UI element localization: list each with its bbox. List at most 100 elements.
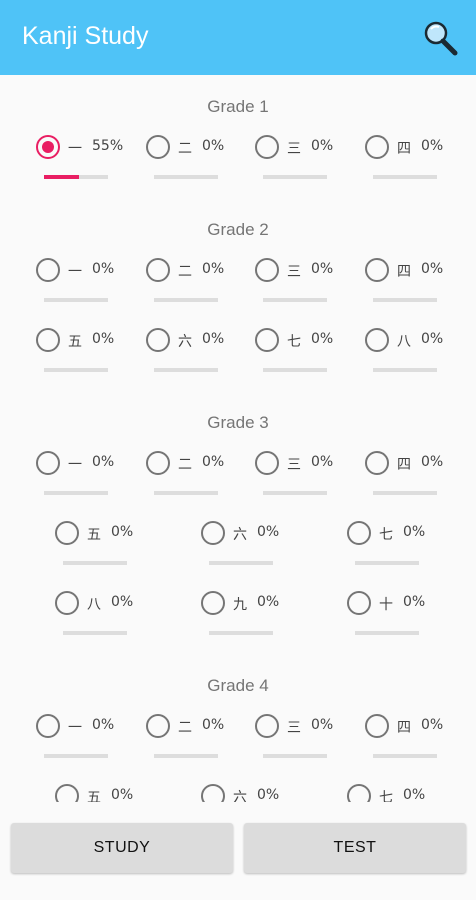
radio-button[interactable] xyxy=(146,451,170,475)
kanji-option[interactable]: 七 0% xyxy=(347,521,443,581)
kanji-label: 四 xyxy=(397,264,411,280)
kanji-option[interactable]: 二 0% xyxy=(146,714,242,774)
kanji-option[interactable]: 十 0% xyxy=(347,591,443,651)
kanji-option[interactable]: 二 0% xyxy=(146,451,242,511)
kanji-option[interactable]: 六 0% xyxy=(201,784,297,802)
progress-percent: 55% xyxy=(92,138,124,154)
progress-percent: 0% xyxy=(202,331,225,347)
kanji-label: 三 xyxy=(287,457,301,473)
progress-bar xyxy=(209,631,273,635)
kanji-option[interactable]: 九 0% xyxy=(201,591,297,651)
progress-bar xyxy=(154,368,218,372)
radio-button[interactable] xyxy=(146,258,170,282)
kanji-option[interactable]: 七 0% xyxy=(255,328,351,388)
grade-list[interactable]: Grade 1 一 55% 二 0% 三 0% 四 0% Grade 2 一 0… xyxy=(0,75,476,802)
kanji-label: 四 xyxy=(397,720,411,736)
kanji-label: 五 xyxy=(87,527,101,543)
progress-percent: 0% xyxy=(111,787,134,802)
progress-percent: 0% xyxy=(92,331,115,347)
kanji-option[interactable]: 三 0% xyxy=(255,258,351,318)
radio-button[interactable] xyxy=(365,451,389,475)
kanji-option[interactable]: 四 0% xyxy=(365,135,461,195)
radio-button[interactable] xyxy=(36,258,60,282)
grade-title: Grade 4 xyxy=(207,676,269,695)
radio-button[interactable] xyxy=(55,591,79,615)
radio-button[interactable] xyxy=(201,591,225,615)
radio-button[interactable] xyxy=(36,714,60,738)
kanji-option[interactable]: 五 0% xyxy=(55,521,151,581)
kanji-option[interactable]: 八 0% xyxy=(55,591,151,651)
radio-button[interactable] xyxy=(255,258,279,282)
progress-percent: 0% xyxy=(202,138,225,154)
radio-button[interactable] xyxy=(365,714,389,738)
kanji-option[interactable]: 一 0% xyxy=(36,258,132,318)
kanji-label: 六 xyxy=(233,790,247,802)
radio-button[interactable] xyxy=(347,784,371,802)
radio-button[interactable] xyxy=(146,135,170,159)
kanji-label: 四 xyxy=(397,141,411,157)
kanji-label: 六 xyxy=(178,334,192,350)
progress-bar xyxy=(263,175,327,179)
radio-button[interactable] xyxy=(255,328,279,352)
kanji-option[interactable]: 一 0% xyxy=(36,451,132,511)
kanji-option[interactable]: 八 0% xyxy=(365,328,461,388)
progress-percent: 0% xyxy=(257,594,280,610)
progress-percent: 0% xyxy=(403,594,426,610)
kanji-option[interactable]: 五 0% xyxy=(36,328,132,388)
radio-button[interactable] xyxy=(36,451,60,475)
progress-bar xyxy=(44,754,108,758)
kanji-option[interactable]: 四 0% xyxy=(365,451,461,511)
progress-percent: 0% xyxy=(111,524,134,540)
kanji-option[interactable]: 六 0% xyxy=(201,521,297,581)
kanji-option[interactable]: 四 0% xyxy=(365,714,461,774)
kanji-label: 九 xyxy=(233,597,247,613)
kanji-label: 五 xyxy=(87,790,101,802)
radio-button[interactable] xyxy=(36,135,60,159)
radio-button[interactable] xyxy=(365,328,389,352)
search-icon[interactable] xyxy=(420,18,460,58)
kanji-option[interactable]: 七 0% xyxy=(347,784,443,802)
progress-percent: 0% xyxy=(257,524,280,540)
study-button[interactable]: STUDY xyxy=(11,823,233,873)
kanji-option[interactable]: 三 0% xyxy=(255,451,351,511)
kanji-label: 七 xyxy=(287,334,301,350)
kanji-option[interactable]: 六 0% xyxy=(146,328,242,388)
kanji-label: 七 xyxy=(379,790,393,802)
kanji-option[interactable]: 二 0% xyxy=(146,258,242,318)
radio-button[interactable] xyxy=(36,328,60,352)
progress-bar xyxy=(373,368,437,372)
kanji-option[interactable]: 二 0% xyxy=(146,135,242,195)
progress-percent: 0% xyxy=(311,717,334,733)
radio-button[interactable] xyxy=(201,521,225,545)
radio-button[interactable] xyxy=(347,521,371,545)
radio-button[interactable] xyxy=(201,784,225,802)
kanji-label: 三 xyxy=(287,141,301,157)
kanji-option[interactable]: 一 0% xyxy=(36,714,132,774)
progress-bar xyxy=(373,754,437,758)
radio-button[interactable] xyxy=(365,135,389,159)
grade-title: Grade 2 xyxy=(207,220,269,239)
radio-button[interactable] xyxy=(55,784,79,802)
progress-bar xyxy=(355,631,419,635)
radio-button[interactable] xyxy=(146,714,170,738)
radio-button[interactable] xyxy=(55,521,79,545)
kanji-option[interactable]: 三 0% xyxy=(255,135,351,195)
radio-button[interactable] xyxy=(255,451,279,475)
progress-percent: 0% xyxy=(421,454,444,470)
radio-button[interactable] xyxy=(146,328,170,352)
progress-percent: 0% xyxy=(202,717,225,733)
kanji-option[interactable]: 五 0% xyxy=(55,784,151,802)
radio-button[interactable] xyxy=(347,591,371,615)
progress-percent: 0% xyxy=(202,261,225,277)
test-button[interactable]: TEST xyxy=(244,823,466,873)
progress-bar xyxy=(373,491,437,495)
kanji-option[interactable]: 三 0% xyxy=(255,714,351,774)
radio-button[interactable] xyxy=(255,135,279,159)
progress-bar xyxy=(44,491,108,495)
kanji-option[interactable]: 一 55% xyxy=(36,135,132,195)
radio-button[interactable] xyxy=(255,714,279,738)
kanji-label: 一 xyxy=(68,720,82,736)
radio-button[interactable] xyxy=(365,258,389,282)
kanji-option[interactable]: 四 0% xyxy=(365,258,461,318)
progress-fill xyxy=(44,175,80,179)
